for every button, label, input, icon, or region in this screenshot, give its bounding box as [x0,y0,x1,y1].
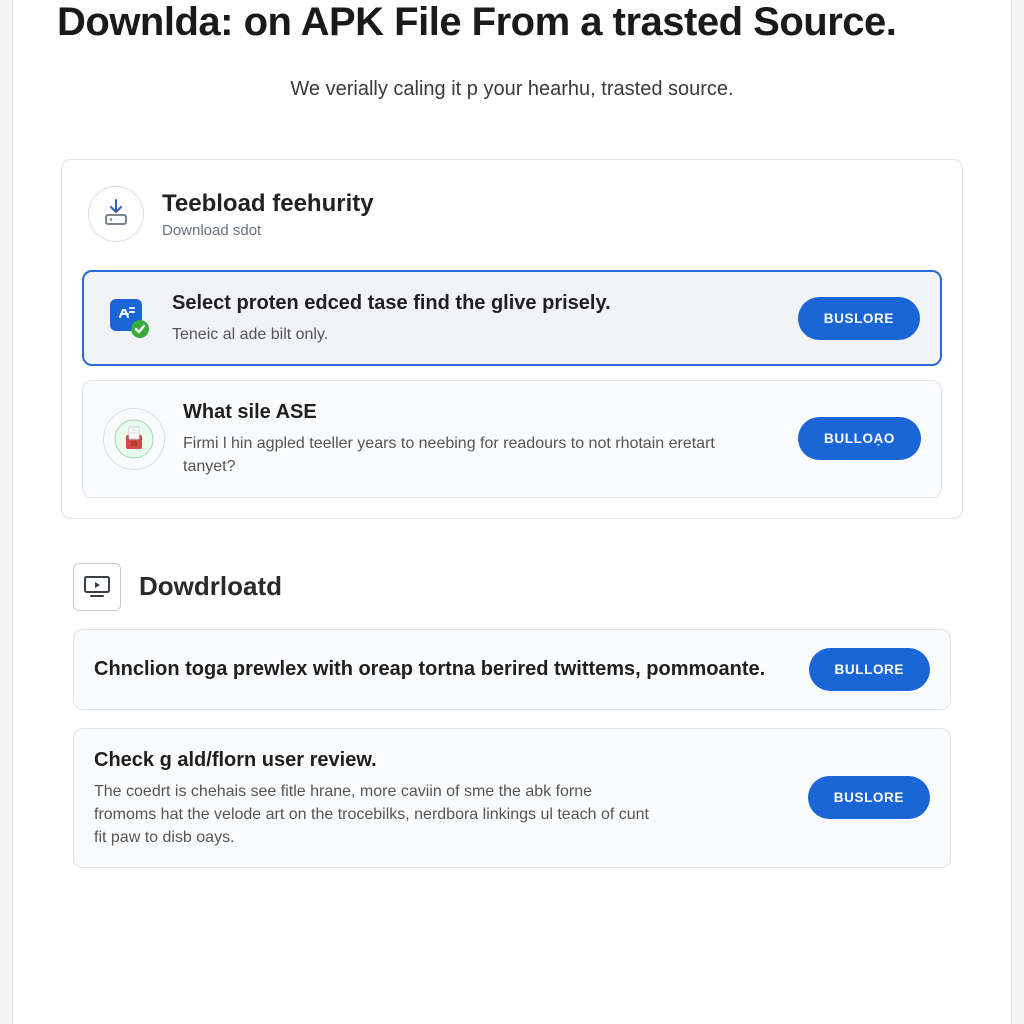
bulloao-button[interactable]: BULLOẠO [798,417,921,460]
panel-title: Teebload feehurity [162,190,374,218]
section-title: Dowdrloatd [139,571,282,602]
monitor-play-icon [73,563,121,611]
list-title: Check g ald/florn user review. [94,747,790,774]
option-body: Select proten edced tase find the glive … [172,290,780,346]
option-title: What sile ASE [183,399,780,426]
page-subtitle: We verially caling it p your hearhu, tra… [57,78,967,101]
panel-subtitle: Download sdot [162,222,374,239]
option-desc: Teneic al ade bilt only. [172,323,732,346]
list-title: Chnclion toga prewlex with oreap tortna … [94,656,791,683]
bullore-button[interactable]: BULLORE [809,648,930,691]
app-verified-icon [104,293,154,343]
list-desc: The coedrt is chehais see fitle hrane, m… [94,780,654,850]
option-desc: Firmi l hin agpled teeller years to neeb… [183,432,743,478]
list-item[interactable]: Check g ald/florn user review. The coedr… [73,728,951,869]
panel-header: Teebload feehurity Download sdot [82,182,942,256]
section-header-download: Dowdrloatd [73,563,951,611]
option-body: What sile ASE Firmi l hin agpled teeller… [183,399,780,478]
buslore-button[interactable]: BUSLORE [808,776,930,819]
option-row-selected[interactable]: Select proten edced tase find the glive … [82,270,942,366]
buslore-button[interactable]: BUSLORE [798,297,920,340]
page: Downlda: on APK File From a trasted Sour… [12,0,1012,1024]
panel-header-text: Teebload feehurity Download sdot [162,190,374,239]
option-title: Select proten edced tase find the glive … [172,290,780,317]
list-body: Check g ald/florn user review. The coedr… [94,747,790,850]
page-header: Downlda: on APK File From a trasted Sour… [13,0,1011,119]
download-stamp-icon [88,186,144,242]
option-row[interactable]: What sile ASE Firmi l hin agpled teeller… [82,380,942,497]
page-title: Downlda: on APK File From a trasted Sour… [57,0,967,44]
list-body: Chnclion toga prewlex with oreap tortna … [94,656,791,683]
panel-teebload: Teebload feehurity Download sdot Select … [61,159,963,519]
list-item[interactable]: Chnclion toga prewlex with oreap tortna … [73,629,951,710]
secure-file-icon [103,408,165,470]
